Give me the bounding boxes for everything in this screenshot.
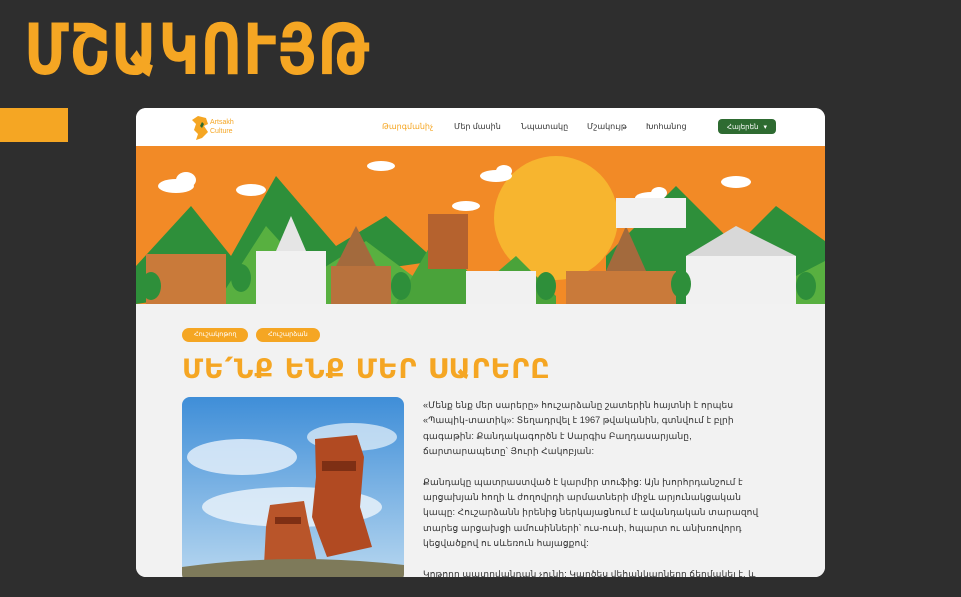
logo-text-line1: Artsakh <box>210 119 234 126</box>
nav-item-about[interactable]: Մեր մասին <box>454 122 501 131</box>
chevron-down-icon: ▾ <box>763 123 767 131</box>
accent-bar <box>0 108 68 142</box>
article-paragraph: Կոթողը պատրվանդան չունի: Կարծես վեհանկար… <box>423 568 756 577</box>
logo-text: Artsakh Culture <box>210 118 234 136</box>
nav-item-translator[interactable]: Թարգմանիչ <box>382 122 433 131</box>
language-label: Հայերեն <box>727 123 759 131</box>
nav-item-culture[interactable]: Մշակույթ <box>587 122 627 131</box>
article-paragraph: Քանդակը պատրաստված է կարմիր տուֆից: Այն … <box>423 476 759 549</box>
website-window: Artsakh Culture Թարգմանիչ Մեր մասին Նպատ… <box>136 108 825 577</box>
article-title: ՄԵ՛ՆՔ ԵՆՔ ՄԵՐ ՍԱՐԵՐԸ <box>182 354 551 385</box>
navbar: Artsakh Culture Թարգմանիչ Մեր մասին Նպատ… <box>136 108 825 146</box>
nav-item-goal[interactable]: Նպատակը <box>521 122 568 131</box>
page-title: ՄՇԱԿՈՒՅԹ <box>24 9 371 91</box>
nav-item-cuisine[interactable]: Խոհանոց <box>646 122 687 131</box>
tag-memorial[interactable]: Հուշարձան <box>256 328 320 342</box>
tag-monument[interactable]: Հուշակոթող <box>182 328 249 342</box>
article-body: «Մենք ենք մեր սարերը» հուշարձանը շատերին… <box>423 398 773 577</box>
monument-photo <box>182 397 404 577</box>
hero-illustration <box>136 146 825 304</box>
article-section: Հուշակոթող Հուշարձան ՄԵ՛ՆՔ ԵՆՔ ՄԵՐ ՍԱՐԵՐ… <box>136 304 825 577</box>
logo-text-line2: Culture <box>210 128 233 135</box>
language-select[interactable]: Հայերեն ▾ <box>718 119 776 134</box>
article-paragraph: «Մենք ենք մեր սարերը» հուշարձանը շատերին… <box>423 400 734 457</box>
